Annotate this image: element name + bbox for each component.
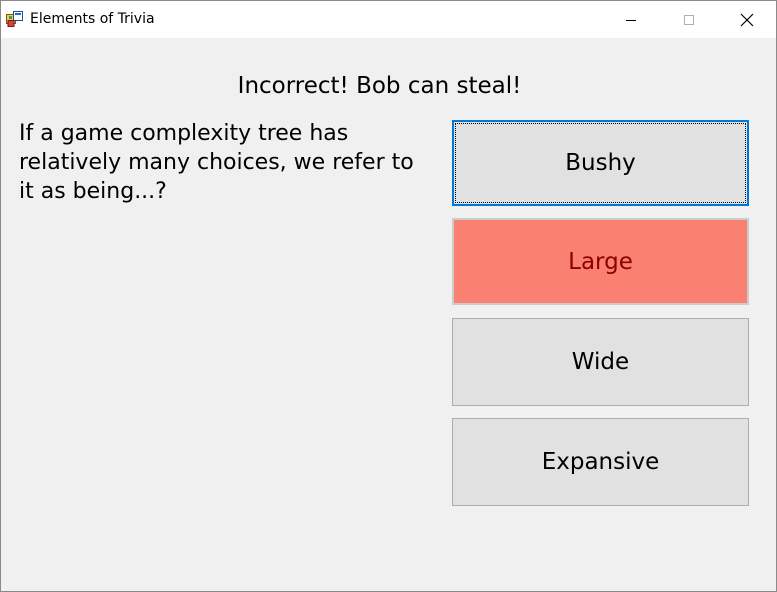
- close-button[interactable]: [718, 1, 776, 38]
- question-text: If a game complexity tree has relatively…: [19, 121, 414, 204]
- maximize-button[interactable]: [660, 1, 718, 38]
- maximize-icon: [684, 14, 694, 25]
- window-title: Elements of Trivia: [30, 11, 155, 27]
- answer-label: Expansive: [541, 449, 660, 475]
- app-window: Elements of Trivia Incorrect! Bob can st…: [0, 0, 777, 592]
- app-icon: [6, 11, 23, 27]
- answer-label: Large: [568, 248, 633, 275]
- title-bar[interactable]: Elements of Trivia: [1, 1, 776, 38]
- answer-button-wide[interactable]: Wide: [452, 318, 749, 406]
- answer-button-expansive[interactable]: Expansive: [452, 418, 749, 506]
- close-icon: [740, 13, 754, 26]
- answer-button-bushy[interactable]: Bushy: [452, 120, 749, 206]
- minimize-button[interactable]: [602, 1, 660, 38]
- status-message: Incorrect! Bob can steal!: [237, 73, 522, 99]
- answer-label: Wide: [571, 349, 630, 375]
- answer-label: Bushy: [565, 150, 636, 176]
- answer-button-large[interactable]: Large: [452, 218, 749, 305]
- minimize-icon: [626, 19, 636, 21]
